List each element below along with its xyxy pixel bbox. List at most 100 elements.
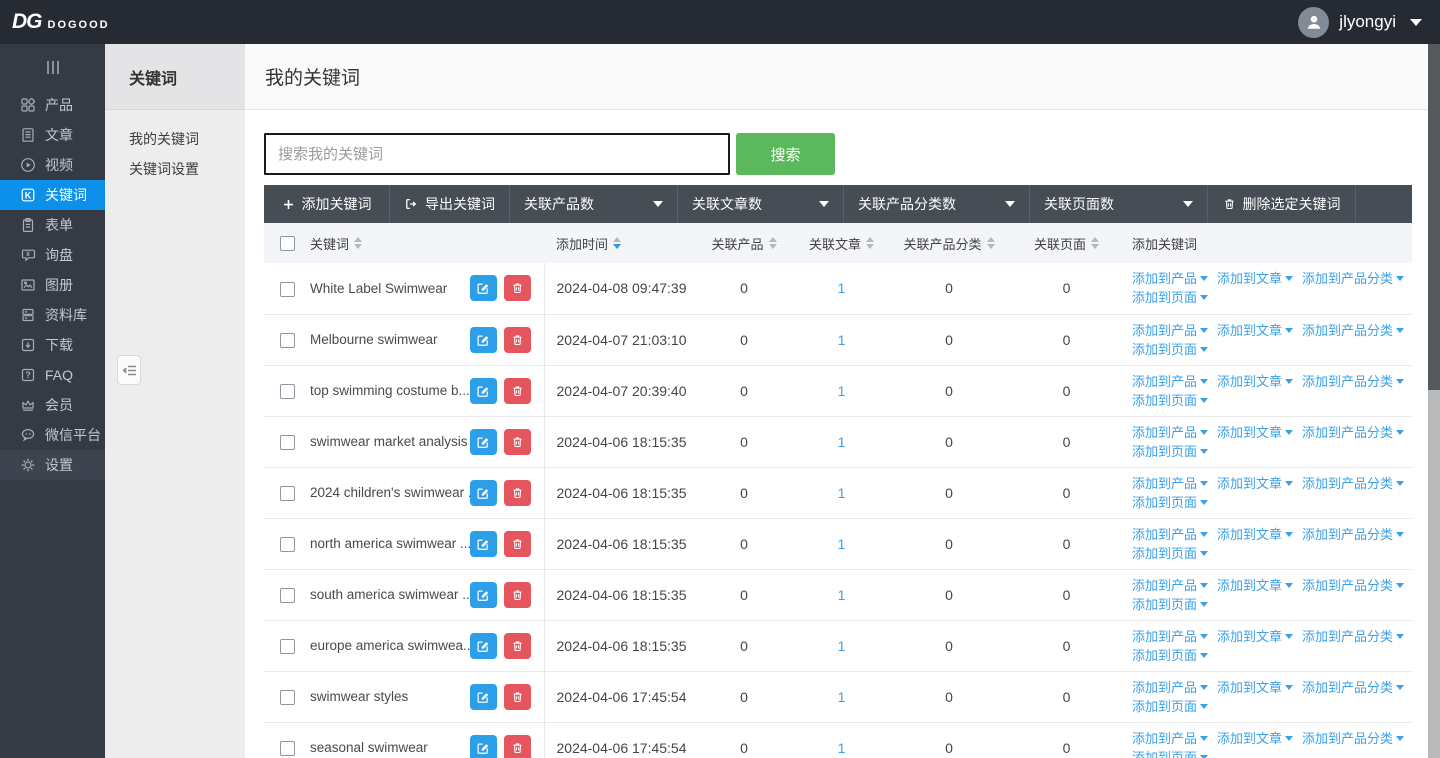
row-checkbox[interactable] — [280, 588, 295, 603]
add-to-article-link[interactable]: 添加到文章 — [1217, 525, 1293, 544]
row-checkbox[interactable] — [280, 282, 295, 297]
row-checkbox[interactable] — [280, 435, 295, 450]
avatar[interactable] — [1298, 7, 1329, 38]
related-articles-count[interactable]: 1 — [794, 263, 889, 314]
related-articles-count[interactable]: 1 — [794, 365, 889, 416]
delete-button[interactable] — [504, 429, 531, 455]
delete-button[interactable] — [504, 275, 531, 301]
sidebar-item-members[interactable]: 会员 — [0, 390, 105, 420]
add-to-category-link[interactable]: 添加到产品分类 — [1302, 525, 1404, 544]
row-checkbox[interactable] — [280, 486, 295, 501]
sidebar-item-videos[interactable]: 视频 — [0, 150, 105, 180]
add-to-product-link[interactable]: 添加到产品 — [1132, 576, 1208, 595]
header-related-articles[interactable]: 关联文章 — [794, 223, 889, 263]
sidebar-item-downloads[interactable]: 下载 — [0, 330, 105, 360]
edit-button[interactable] — [470, 633, 497, 659]
add-to-article-link[interactable]: 添加到文章 — [1217, 474, 1293, 493]
edit-button[interactable] — [470, 480, 497, 506]
select-all-checkbox[interactable] — [280, 236, 295, 251]
add-to-category-link[interactable]: 添加到产品分类 — [1302, 269, 1404, 288]
add-to-article-link[interactable]: 添加到文章 — [1217, 269, 1293, 288]
add-to-page-link[interactable]: 添加到页面 — [1132, 748, 1208, 758]
edit-button[interactable] — [470, 429, 497, 455]
add-to-product-link[interactable]: 添加到产品 — [1132, 321, 1208, 340]
add-to-product-link[interactable]: 添加到产品 — [1132, 678, 1208, 697]
add-to-page-link[interactable]: 添加到页面 — [1132, 391, 1208, 410]
delete-selected-keywords-button[interactable]: 删除选定关键词 — [1208, 185, 1356, 223]
add-to-article-link[interactable]: 添加到文章 — [1217, 372, 1293, 391]
add-to-page-link[interactable]: 添加到页面 — [1132, 646, 1208, 665]
add-to-product-link[interactable]: 添加到产品 — [1132, 269, 1208, 288]
sidebar-item-products[interactable]: 产品 — [0, 90, 105, 120]
add-to-category-link[interactable]: 添加到产品分类 — [1302, 321, 1404, 340]
header-keyword[interactable]: 关键词 — [302, 223, 544, 263]
edit-button[interactable] — [470, 735, 497, 758]
subsidebar-item-my-keywords[interactable]: 我的关键词 — [105, 124, 245, 154]
add-to-article-link[interactable]: 添加到文章 — [1217, 423, 1293, 442]
delete-button[interactable] — [504, 684, 531, 710]
add-to-category-link[interactable]: 添加到产品分类 — [1302, 372, 1404, 391]
delete-button[interactable] — [504, 582, 531, 608]
related-pages-count-dropdown[interactable]: 关联页面数 — [1030, 185, 1208, 223]
related-articles-count[interactable]: 1 — [794, 518, 889, 569]
row-checkbox[interactable] — [280, 537, 295, 552]
add-to-category-link[interactable]: 添加到产品分类 — [1302, 627, 1404, 646]
add-to-page-link[interactable]: 添加到页面 — [1132, 442, 1208, 461]
add-to-product-link[interactable]: 添加到产品 — [1132, 474, 1208, 493]
related-articles-count[interactable]: 1 — [794, 671, 889, 722]
related-articles-count-dropdown[interactable]: 关联文章数 — [678, 185, 844, 223]
delete-button[interactable] — [504, 531, 531, 557]
related-categories-count-dropdown[interactable]: 关联产品分类数 — [844, 185, 1030, 223]
user-menu[interactable]: jlyongyi — [1298, 7, 1440, 38]
related-products-count-dropdown[interactable]: 关联产品数 — [510, 185, 678, 223]
delete-button[interactable] — [504, 633, 531, 659]
subsidebar-item-keyword-settings[interactable]: 关键词设置 — [105, 154, 245, 184]
sidebar-item-faq[interactable]: ? FAQ — [0, 360, 105, 390]
add-to-product-link[interactable]: 添加到产品 — [1132, 729, 1208, 748]
add-to-product-link[interactable]: 添加到产品 — [1132, 372, 1208, 391]
edit-button[interactable] — [470, 582, 497, 608]
row-checkbox[interactable] — [280, 690, 295, 705]
scrollbar-thumb[interactable] — [1428, 44, 1440, 390]
sidebar-item-wechat[interactable]: 微信平台 — [0, 420, 105, 450]
delete-button[interactable] — [504, 735, 531, 758]
add-to-product-link[interactable]: 添加到产品 — [1132, 423, 1208, 442]
add-to-category-link[interactable]: 添加到产品分类 — [1302, 729, 1404, 748]
row-checkbox[interactable] — [280, 384, 295, 399]
sidebar-item-keywords[interactable]: K 关键词 — [0, 180, 105, 210]
edit-button[interactable] — [470, 327, 497, 353]
add-to-product-link[interactable]: 添加到产品 — [1132, 525, 1208, 544]
related-articles-count[interactable]: 1 — [794, 416, 889, 467]
username[interactable]: jlyongyi — [1339, 12, 1396, 32]
panel-collapse-button[interactable] — [117, 355, 141, 385]
export-keywords-button[interactable]: 导出关键词 — [390, 185, 510, 223]
sidebar-item-albums[interactable]: 图册 — [0, 270, 105, 300]
row-checkbox[interactable] — [280, 741, 295, 756]
add-to-category-link[interactable]: 添加到产品分类 — [1302, 678, 1404, 697]
related-articles-count[interactable]: 1 — [794, 467, 889, 518]
sidebar-collapse-icon[interactable] — [0, 52, 105, 82]
row-checkbox[interactable] — [280, 639, 295, 654]
add-to-article-link[interactable]: 添加到文章 — [1217, 729, 1293, 748]
sidebar-item-forms[interactable]: 表单 — [0, 210, 105, 240]
sidebar-item-library[interactable]: 资料库 — [0, 300, 105, 330]
add-to-product-link[interactable]: 添加到产品 — [1132, 627, 1208, 646]
header-related-pages[interactable]: 关联页面 — [1009, 223, 1124, 263]
search-button[interactable]: 搜索 — [736, 133, 835, 175]
sidebar-item-articles[interactable]: 文章 — [0, 120, 105, 150]
delete-button[interactable] — [504, 327, 531, 353]
add-to-page-link[interactable]: 添加到页面 — [1132, 544, 1208, 563]
edit-button[interactable] — [470, 275, 497, 301]
related-articles-count[interactable]: 1 — [794, 620, 889, 671]
add-to-page-link[interactable]: 添加到页面 — [1132, 340, 1208, 359]
header-related-categories[interactable]: 关联产品分类 — [889, 223, 1009, 263]
keyword-search-input[interactable] — [264, 133, 730, 175]
edit-button[interactable] — [470, 531, 497, 557]
header-added-time[interactable]: 添加时间 — [544, 223, 694, 263]
edit-button[interactable] — [470, 378, 497, 404]
row-checkbox[interactable] — [280, 333, 295, 348]
add-to-category-link[interactable]: 添加到产品分类 — [1302, 576, 1404, 595]
add-to-article-link[interactable]: 添加到文章 — [1217, 678, 1293, 697]
vertical-scrollbar[interactable] — [1428, 44, 1440, 758]
delete-button[interactable] — [504, 378, 531, 404]
